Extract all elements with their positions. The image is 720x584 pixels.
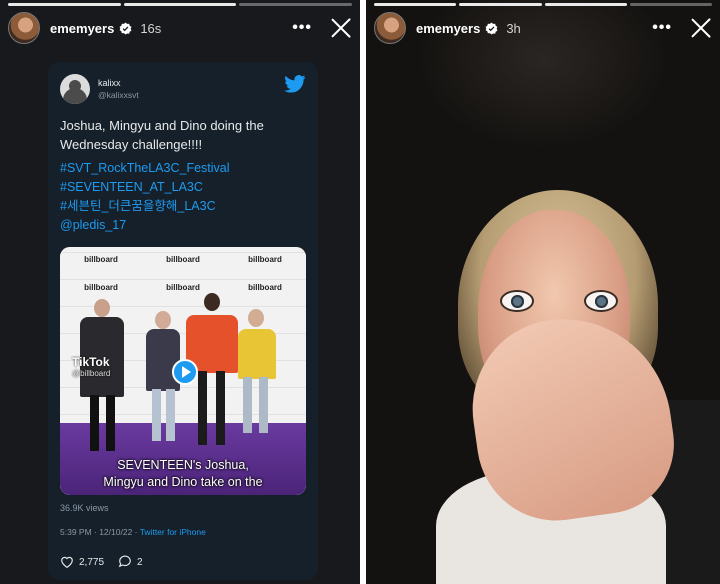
wall-logo-text: billboard <box>84 255 118 264</box>
close-icon[interactable] <box>330 17 352 39</box>
wall-logo-text: billboard <box>248 283 282 292</box>
hashtag-link[interactable]: #세븐틴_더큰꿈을향해_LA3C <box>60 197 306 216</box>
video-caption: SEVENTEEN's Joshua, Mingyu and Dino take… <box>60 457 306 491</box>
person-leg <box>216 371 225 445</box>
person-leg <box>259 377 268 433</box>
tweet-header: kalixx @kalixxsvt <box>60 72 306 106</box>
story-header: ememyers 3h ••• <box>374 12 712 44</box>
tweet-hashtags: #SVT_RockTheLA3C_Festival #SEVENTEEN_AT_… <box>60 159 306 235</box>
more-options-icon[interactable]: ••• <box>292 19 312 37</box>
story-left: ememyers 16s ••• kalixx @kalixxsvt Joshu… <box>0 0 360 584</box>
wall-logo-text: billboard <box>166 255 200 264</box>
more-options-icon[interactable]: ••• <box>652 19 672 37</box>
person-leg <box>243 377 252 433</box>
verified-badge-icon <box>485 22 498 34</box>
comment-count: 2 <box>137 557 143 568</box>
progress-segment <box>629 3 712 6</box>
view-count: 36.9K views <box>60 503 109 513</box>
tweet-actions: 2,775 2 <box>60 555 306 569</box>
hashtag-link[interactable]: #SVT_RockTheLA3C_Festival <box>60 159 306 178</box>
caption-line: SEVENTEEN's Joshua, <box>117 458 249 472</box>
username[interactable]: ememyers <box>50 21 114 36</box>
progress-segment <box>239 3 353 6</box>
person-figure <box>146 329 180 391</box>
wall-logo-text: billboard <box>84 283 118 292</box>
person-leg <box>106 395 115 451</box>
tiktok-label: TikTok <box>72 355 110 369</box>
tweet-author-handle: @kalixxsvt <box>98 90 139 100</box>
tweet-source-link[interactable]: Twitter for iPhone <box>140 527 206 537</box>
avatar[interactable] <box>374 12 406 44</box>
avatar[interactable] <box>8 12 40 44</box>
username[interactable]: ememyers <box>416 21 480 36</box>
like-count: 2,775 <box>79 557 105 568</box>
like-action[interactable]: 2,775 <box>60 555 105 569</box>
photo-eye <box>584 290 618 312</box>
progress-segment <box>459 3 542 6</box>
tweet-text: Joshua, Mingyu and Dino doing the Wednes… <box>60 118 264 152</box>
tweet-author-name[interactable]: kalixx <box>98 77 139 89</box>
progress-segment <box>8 3 121 6</box>
story-progress-bar <box>8 3 353 6</box>
wall-logo-text: billboard <box>248 255 282 264</box>
tiktok-watermark: TikTok @billboard <box>72 355 110 378</box>
progress-segment <box>544 3 627 6</box>
person-head <box>248 309 264 327</box>
story-timestamp: 3h <box>506 20 521 36</box>
mention-link[interactable]: @pledis_17 <box>60 216 306 235</box>
story-right: ememyers 3h ••• <box>366 0 720 584</box>
play-icon[interactable] <box>172 359 198 385</box>
tweet-card[interactable]: kalixx @kalixxsvt Joshua, Mingyu and Din… <box>48 62 318 580</box>
person-head <box>155 311 171 329</box>
tweet-meta: 5:39 PM · 12/10/22 · Twitter for iPhone <box>60 527 306 537</box>
progress-segment <box>374 3 457 6</box>
tiktok-handle: @billboard <box>72 369 111 378</box>
wall-logos: billboard billboard billboard <box>60 283 306 292</box>
tweet-date: 5:39 PM · 12/10/22 · <box>60 527 140 537</box>
photo-eye <box>500 290 534 312</box>
comment-icon <box>118 555 131 568</box>
comment-action[interactable]: 2 <box>118 555 143 568</box>
tweet-avatar[interactable] <box>60 74 90 104</box>
story-header: ememyers 16s ••• <box>8 12 352 44</box>
caption-line: Mingyu and Dino take on the <box>103 475 263 489</box>
stories-comparison: ememyers 16s ••• kalixx @kalixxsvt Joshu… <box>0 0 720 584</box>
wall-logo-text: billboard <box>166 283 200 292</box>
wall-logos: billboard billboard billboard <box>60 255 306 264</box>
person-leg <box>198 371 207 445</box>
person-leg <box>90 395 99 451</box>
person-head <box>94 299 110 317</box>
tweet-video[interactable]: billboard billboard billboard billboard … <box>60 247 306 495</box>
person-leg <box>152 389 161 441</box>
verified-badge-icon <box>119 22 132 34</box>
story-timestamp: 16s <box>140 20 162 36</box>
heart-icon <box>61 556 73 569</box>
hashtag-link[interactable]: #SEVENTEEN_AT_LA3C <box>60 178 306 197</box>
progress-segment <box>123 3 237 6</box>
story-progress-bar <box>374 3 712 6</box>
twitter-bird-icon <box>284 75 306 93</box>
person-head <box>204 293 220 311</box>
person-figure <box>238 329 276 379</box>
close-icon[interactable] <box>690 17 712 39</box>
person-leg <box>166 389 175 441</box>
